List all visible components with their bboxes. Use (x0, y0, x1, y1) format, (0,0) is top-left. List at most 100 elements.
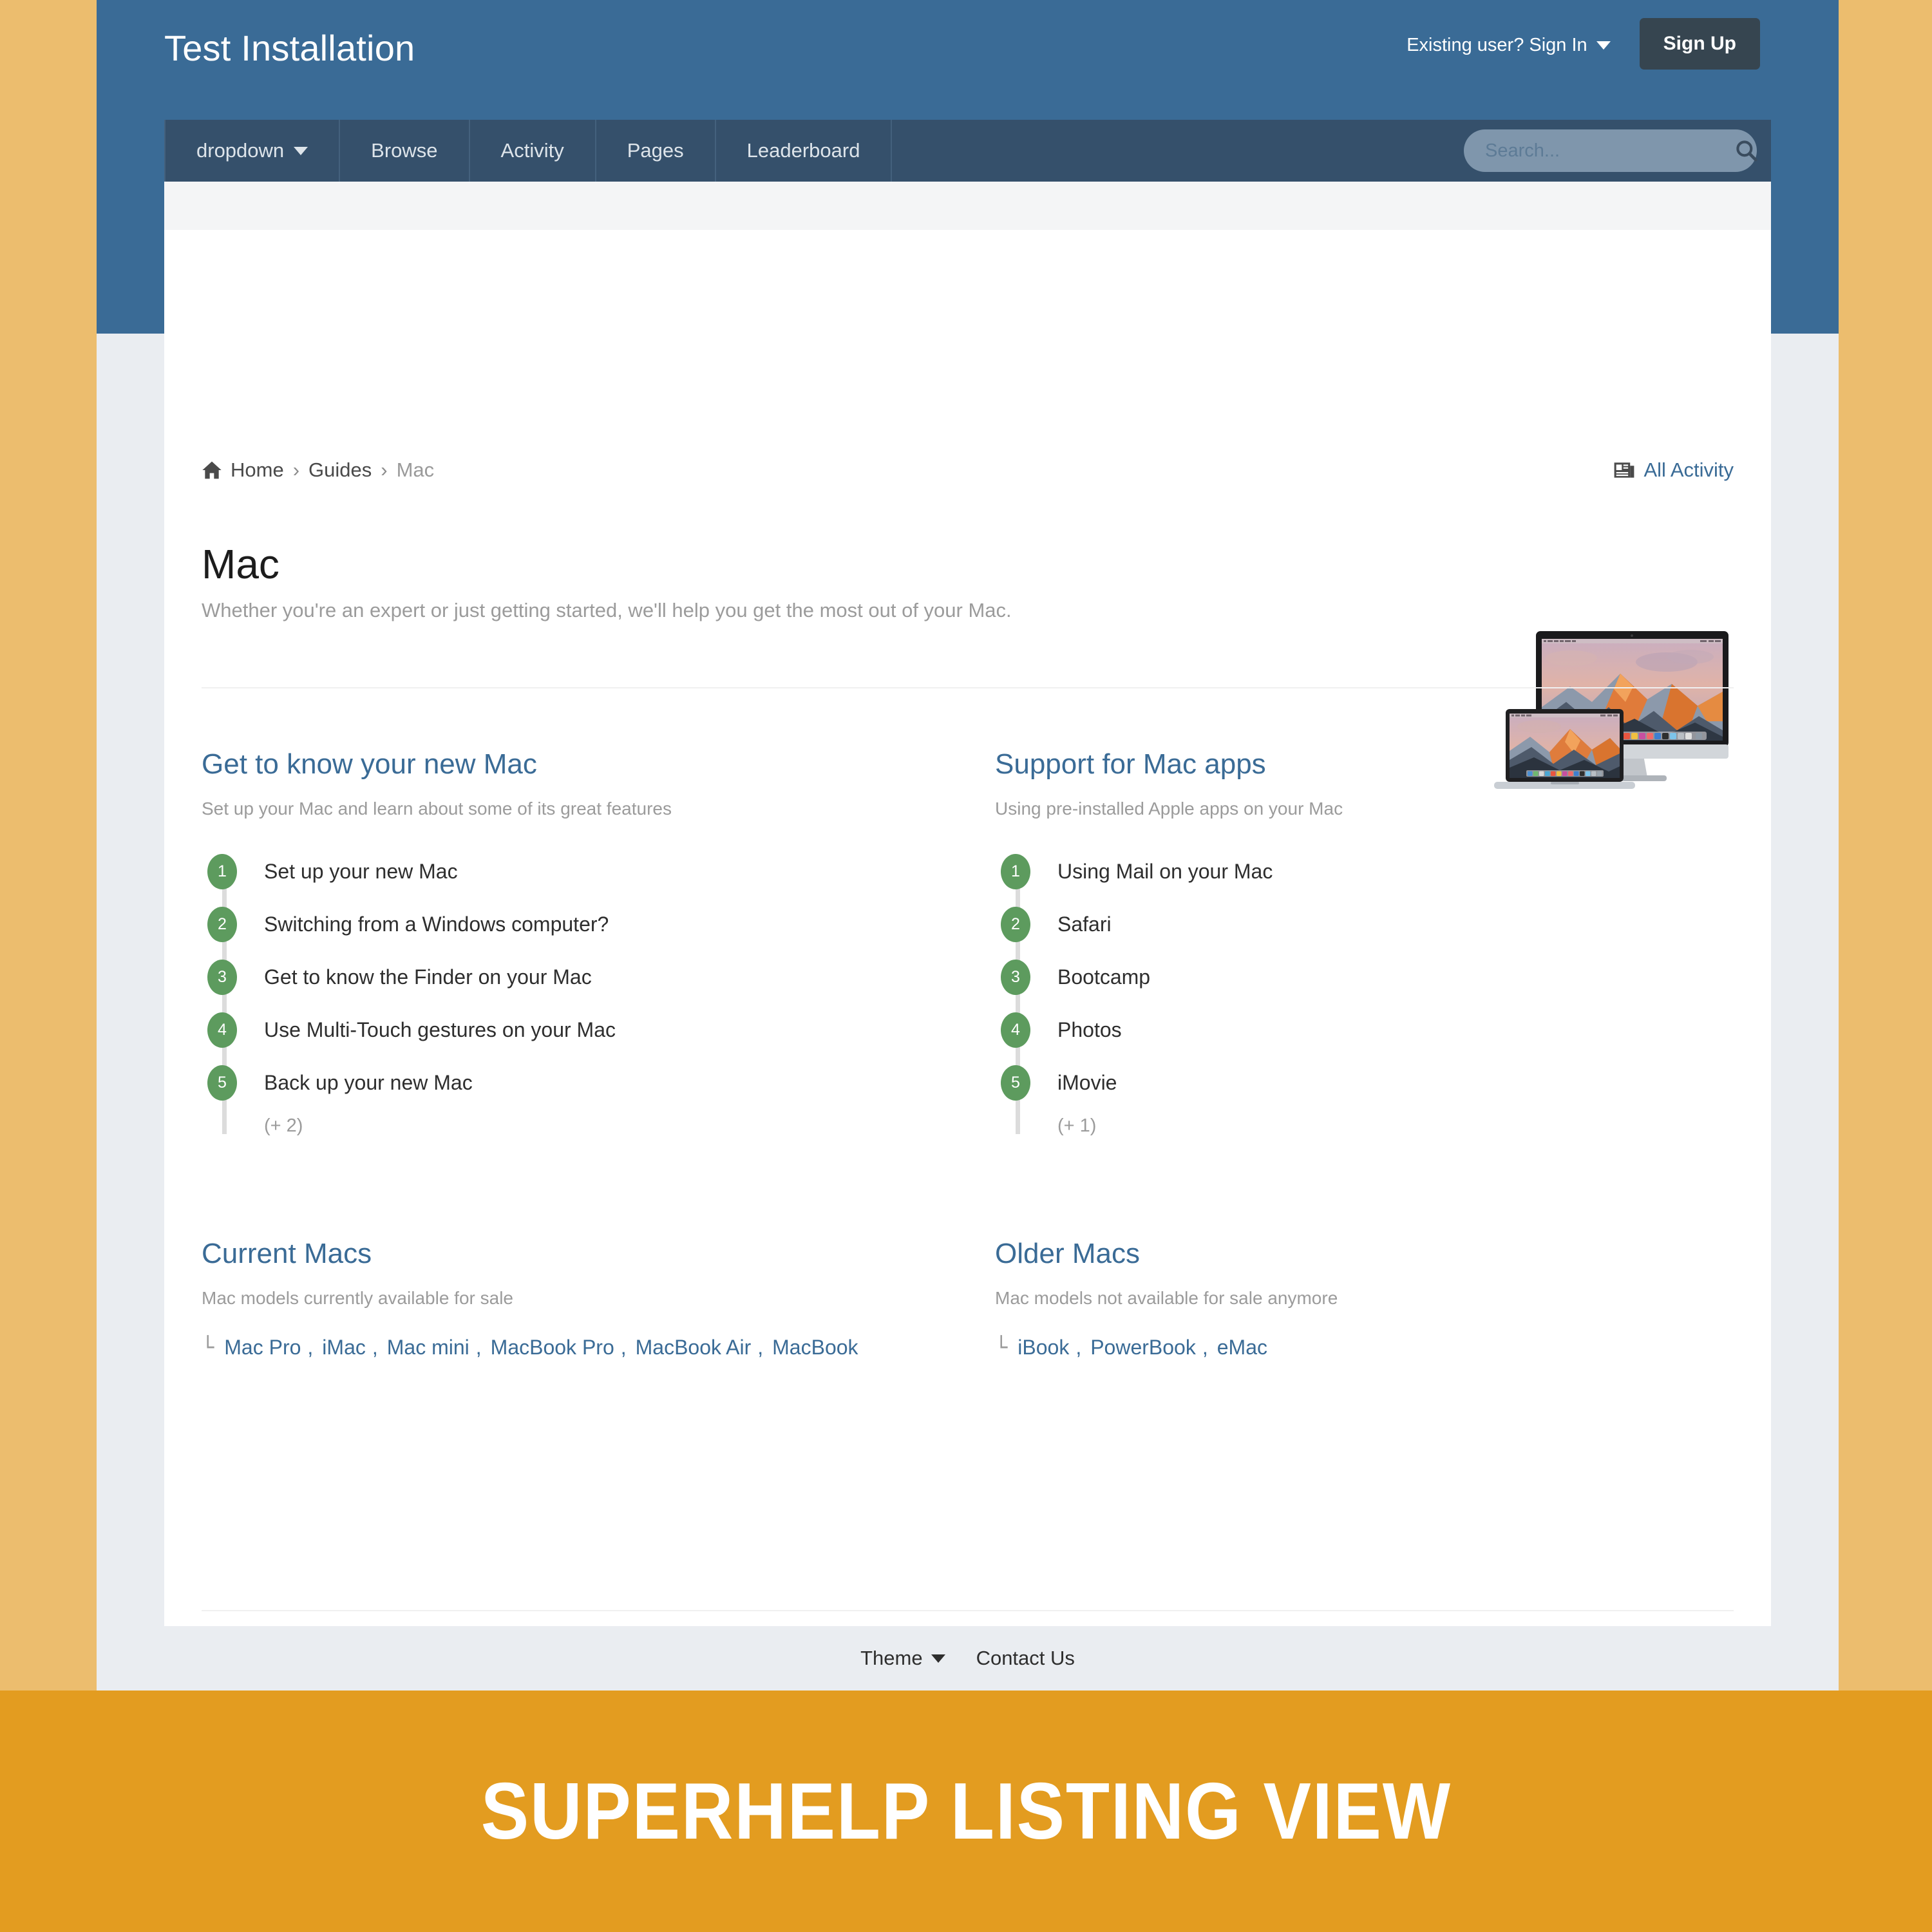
content-top-strip (164, 182, 1771, 230)
page-subtitle: Whether you're an expert or just getting… (202, 599, 1012, 621)
list-item-number: 1 (1001, 853, 1030, 889)
tree-branch-icon: └ (202, 1335, 214, 1359)
list-item-label[interactable]: Use Multi-Touch gestures on your Mac (264, 1018, 616, 1042)
annotation-banner-text: SUPERHELP LISTING VIEW (480, 1766, 1452, 1856)
nav-tab-browse[interactable]: Browse (340, 120, 470, 182)
list-item-label[interactable]: Safari (1057, 913, 1112, 936)
list-item[interactable]: 4 Use Multi-Touch gestures on your Mac (202, 1003, 949, 1056)
list-item[interactable]: 1 Using Mail on your Mac (995, 845, 1742, 898)
list-item-number: 1 (207, 853, 237, 889)
user-auth-bar: Existing user? Sign In Sign Up (1406, 18, 1760, 70)
list-item[interactable]: 3 Get to know the Finder on your Mac (202, 951, 949, 1003)
contact-us-link[interactable]: Contact Us (976, 1647, 1075, 1670)
list-item-number: 5 (1001, 1065, 1030, 1101)
nav-tab-label: Browse (371, 139, 438, 162)
sign-in-label: Existing user? Sign In (1406, 34, 1587, 55)
list-item-number: 4 (1001, 1012, 1030, 1048)
breadcrumb-current: Mac (396, 459, 435, 481)
list-item[interactable]: 2 Switching from a Windows computer? (202, 898, 949, 951)
footer-divider (202, 1610, 1734, 1611)
section-get-to-know-your-new-mac: Get to know your new Mac Set up your Mac… (202, 748, 949, 1137)
list-item-number: 3 (1001, 959, 1030, 995)
model-link[interactable]: Mac Pro (224, 1336, 301, 1359)
chevron-down-icon (294, 146, 308, 155)
theme-label: Theme (860, 1647, 923, 1669)
breadcrumb-guides[interactable]: Guides (308, 459, 372, 482)
section-description: Set up your Mac and learn about some of … (202, 799, 672, 819)
model-link[interactable]: MacBook (772, 1336, 858, 1359)
list-item-number: 2 (207, 906, 237, 942)
search-input[interactable] (1464, 140, 1728, 162)
section-description: Using pre-installed Apple apps on your M… (995, 799, 1343, 819)
section-description: Mac models not available for sale anymor… (995, 1288, 1338, 1308)
section-support-for-mac-apps: Support for Mac apps Using pre-installed… (995, 748, 1742, 1137)
breadcrumb-home[interactable]: Home (231, 459, 284, 482)
list-item-number: 5 (207, 1065, 237, 1101)
nav-tab-label: Leaderboard (746, 139, 860, 162)
model-link[interactable]: Mac mini (387, 1336, 469, 1359)
search-button[interactable] (1728, 138, 1778, 163)
model-link[interactable]: eMac (1217, 1336, 1267, 1359)
breadcrumb-trail: Home › Guides › Mac (202, 459, 434, 482)
contact-us-label: Contact Us (976, 1647, 1075, 1669)
list-item-label[interactable]: Using Mail on your Mac (1057, 860, 1273, 884)
breadcrumb-separator: › (381, 459, 388, 481)
search-icon (1736, 140, 1757, 162)
model-link-list: └ Mac Pro, iMac, Mac mini, MacBook Pro, … (202, 1335, 858, 1359)
sign-in-link[interactable]: Existing user? Sign In (1406, 32, 1611, 56)
guide-list: 1 Set up your new Mac 2 Switching from a… (202, 845, 949, 1137)
list-item-number: 2 (1001, 906, 1030, 942)
nav-tab-activity[interactable]: Activity (470, 120, 596, 182)
breadcrumb: Home › Guides › Mac All Activity (202, 459, 1734, 482)
breadcrumb-separator: › (292, 459, 300, 481)
model-link[interactable]: iBook (1018, 1336, 1069, 1359)
main-navigation: dropdown Browse Activity Pages Leaderboa… (164, 120, 1771, 182)
model-link[interactable]: MacBook Air (636, 1336, 752, 1359)
section-title[interactable]: Current Macs (202, 1238, 949, 1270)
list-item[interactable]: 5 Back up your new Mac (202, 1056, 949, 1109)
page-root: Test Installation Existing user? Sign In… (0, 0, 1932, 1932)
list-item-label[interactable]: Switching from a Windows computer? (264, 913, 609, 936)
newspaper-icon (1615, 462, 1634, 478)
page-title: Mac (202, 541, 279, 587)
nav-tab-label: Activity (500, 139, 564, 162)
annotation-banner: SUPERHELP LISTING VIEW (0, 1690, 1932, 1932)
list-item[interactable]: 5 iMovie (995, 1056, 1742, 1109)
list-item-number: 3 (207, 959, 237, 995)
nav-tab-pages[interactable]: Pages (596, 120, 716, 182)
list-item[interactable]: 4 Photos (995, 1003, 1742, 1056)
theme-selector[interactable]: Theme (860, 1647, 945, 1670)
list-item[interactable]: 3 Bootcamp (995, 951, 1742, 1003)
nav-tab-dropdown[interactable]: dropdown (164, 120, 341, 182)
list-item-label[interactable]: Set up your new Mac (264, 860, 458, 884)
list-item[interactable]: 2 Safari (995, 898, 1742, 951)
guide-list: 1 Using Mail on your Mac 2 Safari 3 Boot… (995, 845, 1742, 1137)
list-item-label[interactable]: Get to know the Finder on your Mac (264, 965, 592, 989)
all-activity-label: All Activity (1643, 459, 1734, 481)
model-link[interactable]: iMac (322, 1336, 366, 1359)
more-items-count: (+ 2) (264, 1115, 303, 1136)
section-older-macs: Older Macs Mac models not available for … (995, 1238, 1742, 1359)
nav-tab-label: Pages (627, 139, 684, 162)
all-activity-link[interactable]: All Activity (1614, 459, 1734, 482)
list-item-label[interactable]: Photos (1057, 1018, 1122, 1042)
chevron-down-icon (931, 1654, 945, 1663)
section-title[interactable]: Get to know your new Mac (202, 748, 949, 781)
section-title[interactable]: Support for Mac apps (995, 748, 1742, 781)
nav-tab-leaderboard[interactable]: Leaderboard (716, 120, 893, 182)
tree-branch-icon: └ (995, 1335, 1008, 1359)
search-box (1464, 129, 1757, 172)
section-current-macs: Current Macs Mac models currently availa… (202, 1238, 949, 1359)
section-title[interactable]: Older Macs (995, 1238, 1742, 1270)
sign-up-button[interactable]: Sign Up (1639, 18, 1760, 70)
model-link[interactable]: PowerBook (1090, 1336, 1196, 1359)
list-item-label[interactable]: Back up your new Mac (264, 1071, 473, 1095)
list-item-label[interactable]: iMovie (1057, 1071, 1117, 1095)
list-item[interactable]: 1 Set up your new Mac (202, 845, 949, 898)
list-item-label[interactable]: Bootcamp (1057, 965, 1150, 989)
content-card: Home › Guides › Mac All Activity Mac Whe… (164, 182, 1771, 1676)
site-footer: Theme Contact Us (97, 1626, 1839, 1690)
model-link[interactable]: MacBook Pro (491, 1336, 614, 1359)
section-description: Mac models currently available for sale (202, 1288, 513, 1308)
model-link-list: └ iBook, PowerBook, eMac (995, 1335, 1267, 1359)
